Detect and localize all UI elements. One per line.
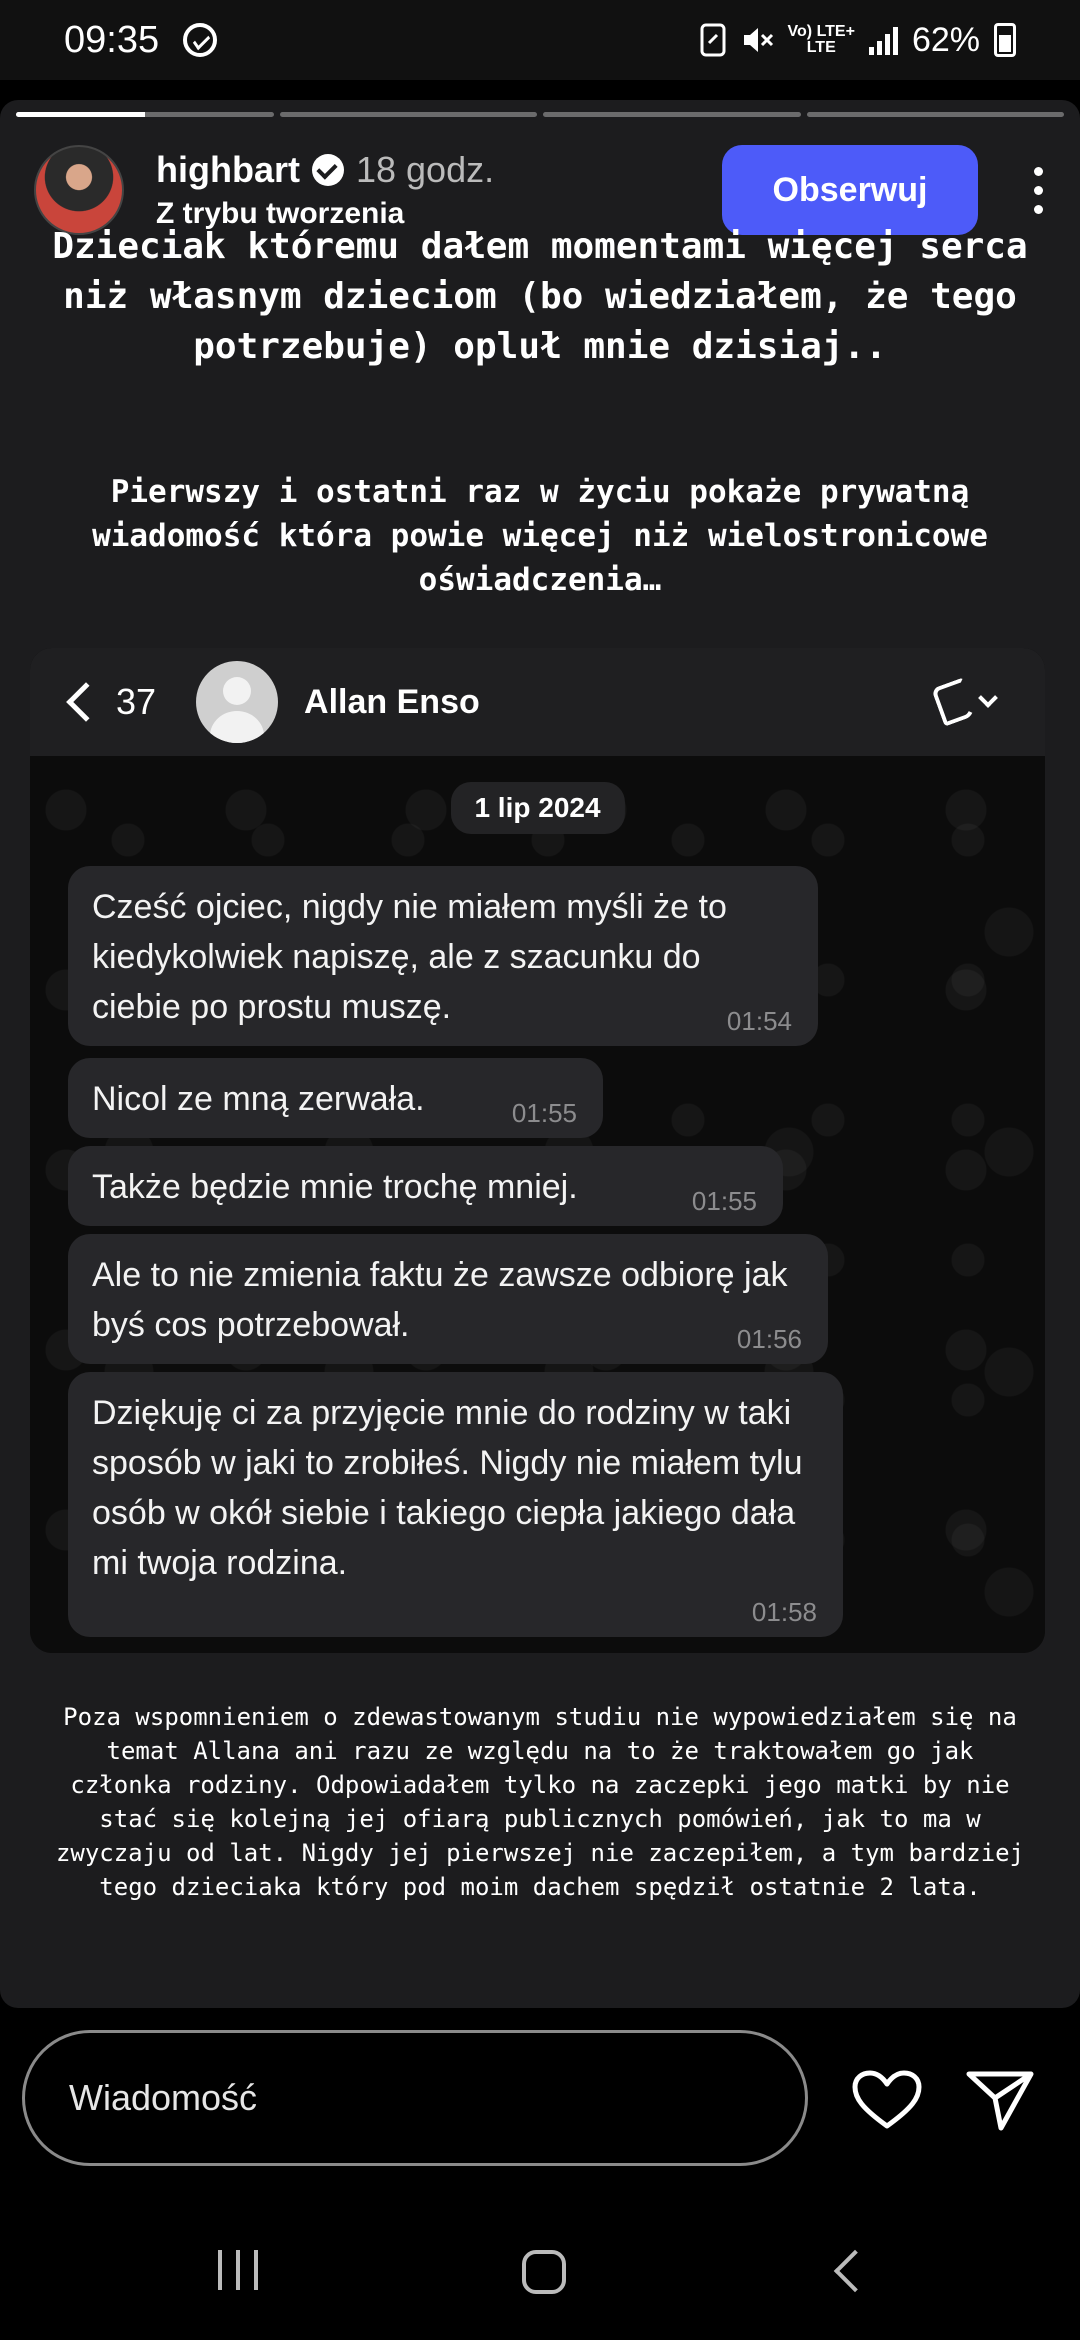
network-bottom: LTE [806,39,836,56]
message-time: 01:54 [726,1006,792,1036]
screenshot-icon [700,23,726,57]
chat-body: 1 lip 2024 Cześć ojciec, nigdy nie miałe… [30,756,1045,1653]
verified-icon [311,154,344,186]
recent-apps-button[interactable] [218,2250,258,2290]
battery-percent: 62% [911,20,980,59]
contact-avatar [196,661,279,743]
username[interactable]: highbart [156,149,300,191]
network-type: Vo) LTE+ LTE [788,24,855,56]
date-chip: 1 lip 2024 [450,782,625,834]
signal-icon [868,25,898,55]
message-time: 01:58 [751,1597,817,1627]
progress-segment [806,112,1064,117]
status-indicators: Vo) LTE+ LTE 62% [700,21,1016,60]
message-bubble: Dziękuję ci za przyjęcie mnie do rodziny… [68,1372,843,1637]
user-info: highbart 18 godz. Z trybu tworzenia [156,149,494,231]
message-time: 01:56 [736,1324,802,1354]
phone-icon [931,677,998,727]
mute-icon [743,28,773,52]
chevron-down-icon [978,688,998,708]
story-paragraph-2: Poza wspomnieniem o zdewastowanym studiu… [55,1703,1025,1901]
progress-segment [279,112,537,117]
network-top: Vo) LTE+ [787,23,855,40]
post-time: 18 godz. [355,149,495,190]
back-icon [66,682,106,722]
contact-name: Allan Enso [304,682,480,721]
message-time: 01:55 [511,1098,577,1128]
send-icon[interactable] [965,2068,1035,2132]
progress-segment [543,112,801,117]
message-bubble: Nicol ze mną zerwała. 01:55 [68,1058,603,1138]
message-field[interactable] [22,2030,808,2166]
message-text: Dziękuję ci za przyjęcie mnie do rodziny… [92,1394,803,1582]
messenger-icon [183,23,218,57]
back-count: 37 [116,681,157,722]
message-input[interactable] [69,2077,805,2119]
story-headline: Dzieciak któremu dałem momentami więcej … [52,226,1028,367]
message-text: Ale to nie zmienia faktu że zawsze odbio… [92,1256,788,1344]
message-bubble: Ale to nie zmienia faktu że zawsze odbio… [68,1234,828,1364]
story-card[interactable]: highbart 18 godz. Z trybu tworzenia Obse… [0,100,1080,2008]
status-bar: 09:35 Vo) LTE+ LTE 62% [0,0,1080,80]
heart-icon[interactable] [852,2070,922,2130]
more-icon[interactable] [1030,166,1046,214]
status-time: 09:35 [64,18,160,61]
message-time: 01:55 [691,1186,757,1216]
story-paragraph-1: Pierwszy i ostatni raz w życiu pokaże pr… [92,474,988,598]
message-bubble: Cześć ojciec, nigdy nie miałem myśli że … [68,866,818,1046]
progress-segment [16,112,274,117]
chat-screenshot: 37 Allan Enso 1 lip 2024 Cześć ojciec, n… [30,648,1045,1653]
nav-back-button[interactable] [833,2249,877,2293]
message-bubble: Także będzie mnie trochę mniej. 01:55 [68,1146,783,1226]
chat-header: 37 Allan Enso [30,648,1045,756]
battery-icon [994,23,1016,57]
message-text: Cześć ojciec, nigdy nie miałem myśli że … [92,888,727,1026]
message-text: Także będzie mnie trochę mniej. [92,1168,578,1206]
home-button[interactable] [522,2250,566,2294]
message-text: Nicol ze mną zerwała. [92,1080,425,1118]
story-progress [16,112,1064,117]
